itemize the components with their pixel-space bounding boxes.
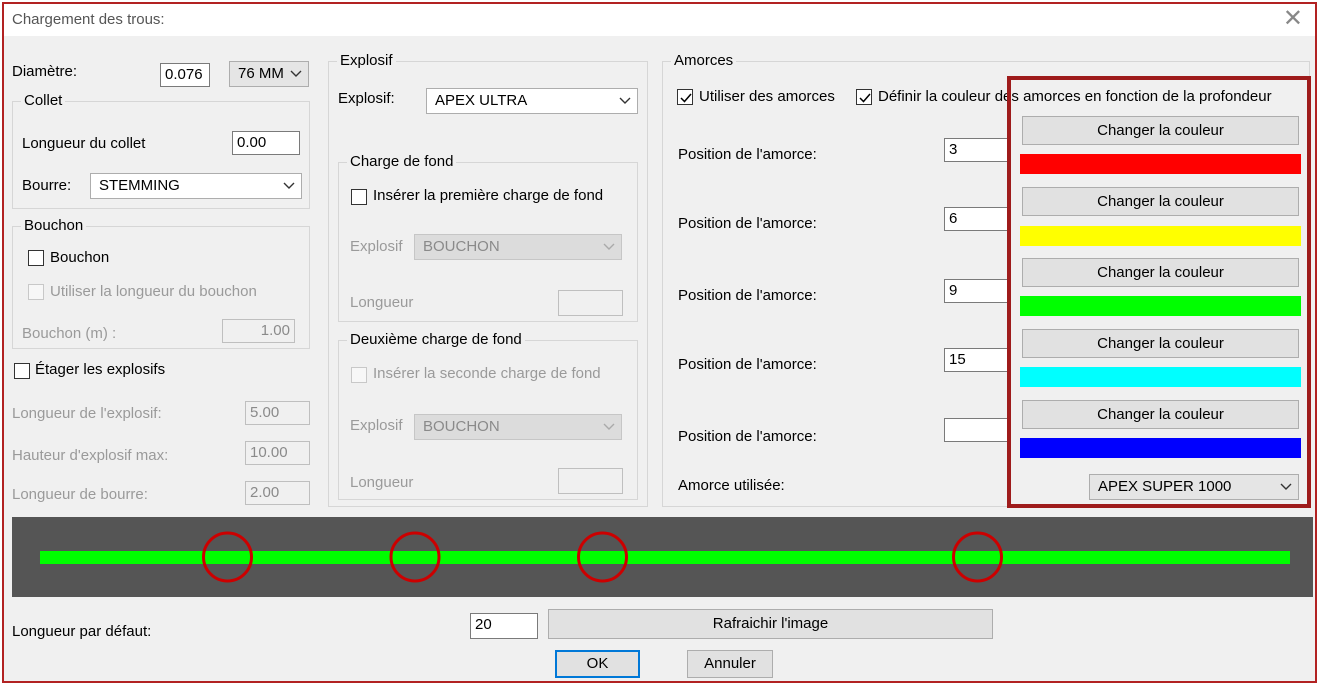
change-color-button[interactable]: Changer la couleur	[1022, 329, 1299, 358]
charge-fond2-checkbox[interactable]	[351, 367, 367, 383]
longueur-collet-input[interactable]: 0.00	[232, 131, 300, 155]
use-bouchon-length-checkbox[interactable]	[28, 284, 44, 300]
hauteur-explosif-input[interactable]: 10.00	[245, 441, 310, 465]
checkmark-icon	[859, 93, 871, 103]
diametre-unit-select[interactable]: 76 MM	[229, 61, 309, 87]
diametre-input[interactable]: 0.076	[160, 63, 210, 87]
checkmark-icon	[680, 93, 692, 103]
position-amorce-label: Position de l'amorce:	[678, 428, 817, 445]
close-icon[interactable]: ✕	[1283, 6, 1303, 32]
explosif-value: APEX ULTRA	[435, 92, 528, 109]
charge-fond-explosif-value: BOUCHON	[423, 238, 500, 255]
charge-fond-title: Charge de fond	[347, 153, 457, 170]
charge-fond-explosif-select[interactable]: BOUCHON	[414, 234, 622, 260]
refresh-image-button[interactable]: Rafraichir l'image	[548, 609, 993, 639]
hole-preview	[12, 517, 1313, 597]
charge-fond-checkbox[interactable]	[351, 189, 367, 205]
charge-fond2-longueur-input[interactable]	[558, 468, 623, 494]
position-amorce-label: Position de l'amorce:	[678, 287, 817, 304]
charge-fond2-longueur-label: Longueur	[350, 474, 414, 491]
bouchon-checkbox-label: Bouchon	[50, 249, 110, 266]
use-amorces-checkbox[interactable]	[677, 89, 693, 105]
bouchon-length-label: Bouchon (m) :	[22, 325, 117, 342]
use-bouchon-length-label: Utiliser la longueur du bouchon	[50, 283, 257, 300]
bouchon-length-input[interactable]: 1.00	[222, 319, 295, 343]
longueur-explosif-label: Longueur de l'explosif:	[12, 405, 162, 422]
ok-button[interactable]: OK	[555, 650, 640, 678]
charge-fond-longueur-input[interactable]	[558, 290, 623, 316]
color-depth-checkbox[interactable]	[856, 89, 872, 105]
chevron-down-icon	[283, 182, 295, 189]
charge-fond2-title: Deuxième charge de fond	[347, 331, 525, 348]
chevron-down-icon	[603, 423, 615, 430]
chevron-down-icon	[619, 97, 631, 104]
bouchon-checkbox[interactable]	[28, 250, 44, 266]
collet-group-title: Collet	[21, 92, 66, 109]
diametre-unit-value: 76 MM	[238, 65, 284, 82]
change-color-button[interactable]: Changer la couleur	[1022, 258, 1299, 287]
change-color-button[interactable]: Changer la couleur	[1022, 400, 1299, 429]
longueur-bourre-input[interactable]: 2.00	[245, 481, 310, 505]
color-swatch	[1020, 154, 1301, 174]
default-length-label: Longueur par défaut:	[12, 623, 152, 640]
window-title: Chargement des trous:	[12, 11, 165, 28]
chevron-down-icon	[1280, 483, 1292, 490]
diametre-label: Diamètre:	[12, 63, 78, 80]
dialog-window: Chargement des trous: ✕ Diamètre: 0.076 …	[2, 2, 1317, 683]
change-color-button[interactable]: Changer la couleur	[1022, 116, 1299, 145]
color-swatch	[1020, 367, 1301, 387]
etager-checkbox-label: Étager les explosifs	[35, 361, 166, 378]
position-amorce-label: Position de l'amorce:	[678, 146, 817, 163]
explosif-select[interactable]: APEX ULTRA	[426, 88, 638, 114]
bourre-label: Bourre:	[22, 177, 72, 194]
chevron-down-icon	[290, 70, 302, 77]
bouchon-group-title: Bouchon	[21, 217, 87, 234]
position-amorce-input[interactable]: 6	[944, 207, 1008, 231]
color-swatch	[1020, 296, 1301, 316]
amorce-utilisee-value: APEX SUPER 1000	[1098, 478, 1232, 495]
change-color-button[interactable]: Changer la couleur	[1022, 187, 1299, 216]
position-amorce-label: Position de l'amorce:	[678, 215, 817, 232]
bourre-select[interactable]: STEMMING	[90, 173, 302, 199]
charge-fond2-explosif-label: Explosif	[350, 417, 403, 434]
charge-fond2-explosif-select[interactable]: BOUCHON	[414, 414, 622, 440]
charge-fond2-explosif-value: BOUCHON	[423, 418, 500, 435]
longueur-explosif-input[interactable]: 5.00	[245, 401, 310, 425]
hauteur-explosif-label: Hauteur d'explosif max:	[12, 447, 169, 464]
color-swatch	[1020, 226, 1301, 246]
use-amorces-label: Utiliser des amorces	[699, 88, 835, 105]
position-amorce-input[interactable]	[944, 418, 1008, 442]
default-length-input[interactable]: 20	[470, 613, 538, 639]
longueur-collet-label: Longueur du collet	[22, 135, 146, 152]
position-amorce-input[interactable]: 3	[944, 138, 1008, 162]
charge-fond-checkbox-label: Insérer la première charge de fond	[373, 187, 604, 204]
charge-fond2-checkbox-label: Insérer la seconde charge de fond	[373, 365, 601, 382]
charge-fond-explosif-label: Explosif	[350, 238, 403, 255]
explosive-bar	[40, 551, 1290, 564]
color-swatch	[1020, 438, 1301, 458]
cancel-button[interactable]: Annuler	[687, 650, 773, 678]
longueur-bourre-label: Longueur de bourre:	[12, 486, 148, 503]
chevron-down-icon	[603, 243, 615, 250]
charge-fond-longueur-label: Longueur	[350, 294, 414, 311]
bourre-value: STEMMING	[99, 177, 180, 194]
amorce-utilisee-label: Amorce utilisée:	[678, 477, 785, 494]
position-amorce-input[interactable]: 15	[944, 348, 1008, 372]
title-bar: Chargement des trous: ✕	[4, 4, 1315, 36]
etager-checkbox[interactable]	[14, 363, 30, 379]
position-amorce-input[interactable]: 9	[944, 279, 1008, 303]
amorces-group-title: Amorces	[671, 52, 737, 69]
position-amorce-label: Position de l'amorce:	[678, 356, 817, 373]
explosif-label: Explosif:	[338, 90, 395, 107]
amorce-utilisee-select[interactable]: APEX SUPER 1000	[1089, 474, 1299, 500]
explosif-group-title: Explosif	[337, 52, 396, 69]
